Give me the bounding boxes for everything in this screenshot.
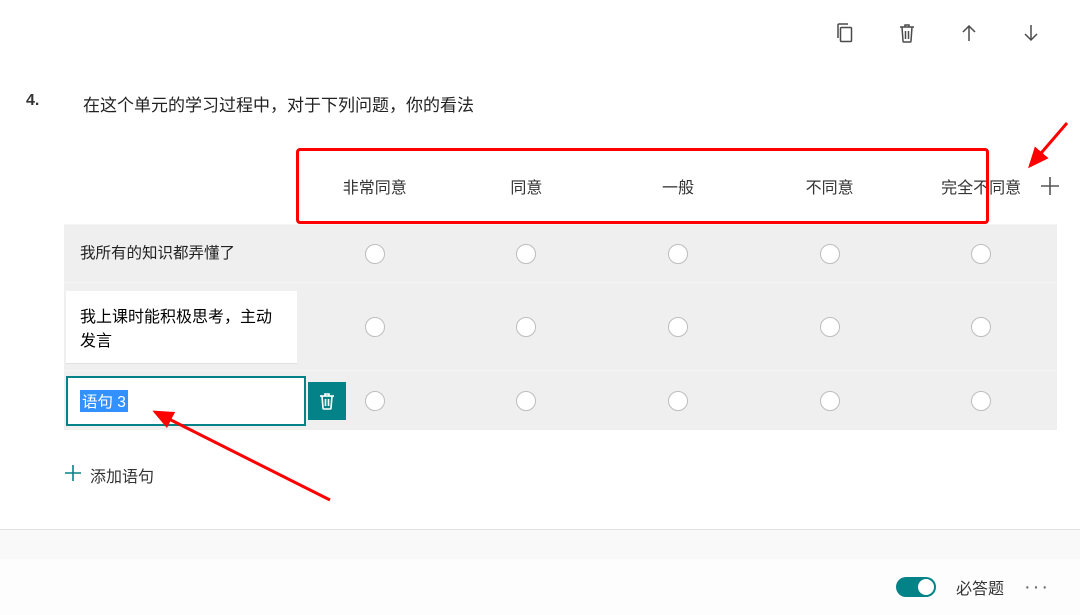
column-header[interactable]: 一般 — [602, 174, 754, 198]
radio-option[interactable] — [451, 391, 603, 411]
statement-row: 我上课时能积极思考，主动发言 — [64, 282, 1057, 370]
copy-icon[interactable] — [834, 22, 856, 44]
required-toggle[interactable] — [896, 577, 936, 597]
add-statement-button[interactable]: 添加语句 — [64, 462, 154, 488]
statement-input[interactable]: 语句 3 — [66, 376, 306, 426]
column-header-row: 非常同意 同意 一般 不同意 完全不同意 — [64, 148, 1057, 224]
radio-option[interactable] — [451, 244, 603, 264]
radio-option[interactable] — [905, 317, 1057, 337]
statement-label[interactable]: 我所有的知识都弄懂了 — [64, 235, 299, 273]
add-column-button[interactable] — [1032, 164, 1068, 208]
radio-option[interactable] — [754, 317, 906, 337]
statement-input-text: 语句 3 — [80, 390, 128, 412]
column-header[interactable]: 非常同意 — [299, 174, 451, 198]
radio-option[interactable] — [905, 391, 1057, 411]
move-down-icon[interactable] — [1020, 22, 1042, 44]
radio-option[interactable] — [602, 244, 754, 264]
radio-option[interactable] — [602, 317, 754, 337]
statement-row: 我所有的知识都弄懂了 — [64, 224, 1057, 282]
radio-option[interactable] — [754, 244, 906, 264]
statement-label[interactable]: 我上课时能积极思考，主动发言 — [66, 291, 297, 363]
question-toolbar — [834, 22, 1080, 44]
radio-option[interactable] — [299, 391, 451, 411]
question-card: 4. 在这个单元的学习过程中，对于下列问题，你的看法 非常同意 同意 一般 不同… — [0, 0, 1080, 530]
question-number: 4. — [26, 92, 39, 110]
radio-option[interactable] — [299, 317, 451, 337]
question-title-input[interactable]: 在这个单元的学习过程中，对于下列问题，你的看法 — [64, 68, 1064, 132]
likert-grid: 非常同意 同意 一般 不同意 完全不同意 我所有的知识都弄懂了 我上课时能积极思… — [64, 148, 1057, 430]
required-label: 必答题 — [956, 575, 1004, 599]
move-up-icon[interactable] — [958, 22, 980, 44]
radio-option[interactable] — [602, 391, 754, 411]
question-footer: 必答题 ··· — [0, 559, 1080, 615]
column-header[interactable]: 不同意 — [754, 174, 906, 198]
column-header[interactable]: 同意 — [451, 174, 603, 198]
radio-option[interactable] — [754, 391, 906, 411]
delete-icon[interactable] — [896, 22, 918, 44]
add-statement-label: 添加语句 — [90, 463, 154, 487]
plus-icon — [64, 462, 82, 488]
radio-option[interactable] — [905, 244, 1057, 264]
radio-option[interactable] — [299, 244, 451, 264]
more-options-button[interactable]: ··· — [1024, 576, 1050, 599]
statement-row-editing: 语句 3 — [64, 370, 1057, 430]
radio-option[interactable] — [451, 317, 603, 337]
